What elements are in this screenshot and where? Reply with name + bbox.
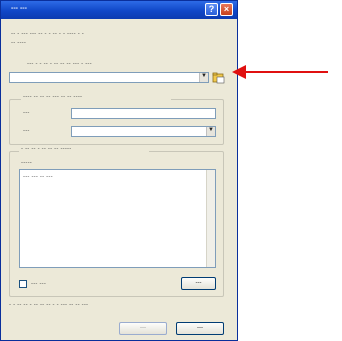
intro-text-line1: -- - --- --- -- - - -- - - ---- - - (11, 31, 84, 37)
annotation-arrow-head-icon (232, 65, 246, 79)
cancel-button[interactable]: --- (176, 322, 224, 335)
browse-folder-icon[interactable] (212, 71, 225, 84)
help-button[interactable]: ? (205, 3, 218, 16)
combo-label: --- - - -- - -- -- -- --- - --- (27, 61, 92, 67)
group-box-1-row1-field[interactable] (71, 108, 216, 119)
group-box-2-title: - -- -- - -- -- -- ----- (19, 146, 149, 152)
list-scrollbar[interactable] (206, 170, 215, 267)
items-listbox[interactable]: --- --- -- --- (19, 169, 216, 268)
chevron-down-icon[interactable]: ▼ (206, 127, 215, 136)
title-bar[interactable]: --- --- ? × (1, 1, 237, 19)
dialog-window: --- --- ? × -- - --- --- -- - - -- - - -… (0, 0, 238, 341)
group-box-1-row2-label: --- (23, 128, 30, 134)
chevron-down-icon[interactable]: ▼ (199, 73, 208, 82)
intro-text-line2: -- ---- (11, 40, 27, 46)
ok-button[interactable]: --- (119, 322, 167, 335)
add-button[interactable]: --- (181, 277, 216, 290)
bottom-info-text: - - -- -- - -- -- -- - - --- -- -- --- (9, 302, 89, 308)
group-box-1-title: ---- -- -- -- --- -- -- ---- (21, 94, 171, 100)
group-box-1-row2-combo[interactable]: ▼ (71, 126, 216, 137)
source-combo[interactable]: ▼ (9, 72, 209, 83)
close-button[interactable]: × (220, 3, 233, 16)
list-label: ----- (21, 160, 32, 166)
group-box-1-row1-label: --- (23, 110, 30, 116)
list-item[interactable]: --- --- -- --- (23, 174, 143, 180)
window-title: --- --- (11, 5, 27, 12)
annotation-arrow-shaft (244, 71, 328, 73)
group-box-1 (9, 99, 224, 145)
option-checkbox[interactable] (19, 280, 27, 288)
option-checkbox-label: --- --- (31, 281, 47, 287)
